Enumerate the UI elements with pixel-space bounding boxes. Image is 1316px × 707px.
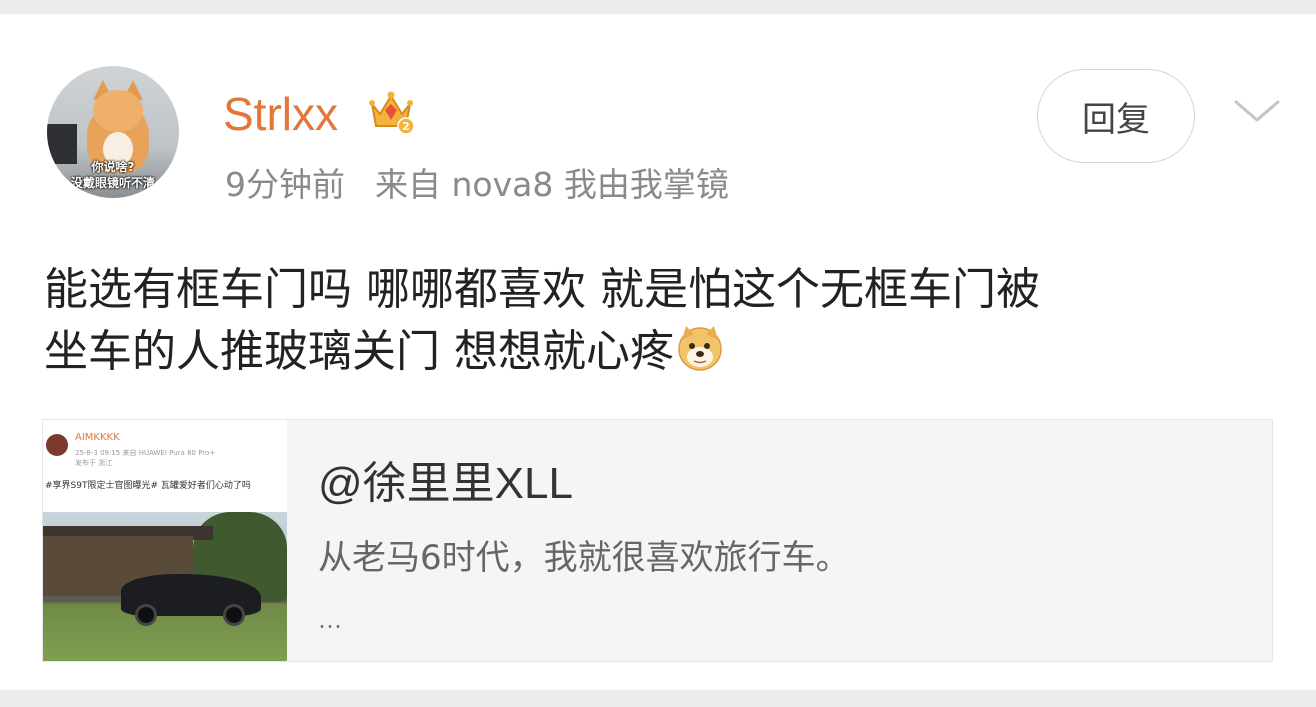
post-timestamp: 9分钟前	[225, 165, 345, 204]
post-source: 来自 nova8 我由我掌镜	[375, 165, 729, 204]
thumbnail-photo	[43, 512, 287, 661]
post-meta: 9分钟前 来自 nova8 我由我掌镜	[225, 164, 729, 206]
repost-text: 从老马6时代，我就很喜欢旅行车。	[318, 538, 850, 578]
post-content-line-2: 坐车的人推玻璃关门 想想就心疼	[44, 326, 674, 377]
thumbnail-meta: 25-8-3 09:15 来自 HUAWEI Pura 80 Pro+ 发布于 …	[75, 448, 215, 468]
photo-car-wheel	[135, 604, 157, 626]
photo-car-wheel	[223, 604, 245, 626]
thumbnail-meta-line: 25-8-3 09:15 来自 HUAWEI Pura 80 Pro+	[75, 449, 216, 457]
reply-button[interactable]: 回复	[1037, 69, 1195, 163]
post-content-line-1: 能选有框车门吗 哪哪都喜欢 就是怕这个无框车门被	[44, 264, 1040, 315]
repost-more-ellipsis: …	[318, 606, 344, 634]
vip-crown-badge-icon: 2	[369, 91, 415, 135]
thumbnail-text: #享界S9T限定士官图曝光# 瓦罐爱好者们心动了吗	[45, 481, 251, 491]
thumbnail-header: AIMKKKK 25-8-3 09:15 来自 HUAWEI Pura 80 P…	[43, 420, 287, 512]
avatar-caption-2: 没戴眼镜听不清	[70, 176, 155, 190]
username[interactable]: Strlxx	[223, 86, 338, 142]
repost-card[interactable]: AIMKKKK 25-8-3 09:15 来自 HUAWEI Pura 80 P…	[42, 419, 1273, 662]
post-card: 你说啥? 没戴眼镜听不清 Strlxx 2 9分钟前 来自 nova8 我由我掌镜…	[0, 14, 1316, 690]
post-content-line-2-wrap: 坐车的人推玻璃关门 想想就心疼	[44, 321, 1284, 383]
chevron-down-icon[interactable]	[1232, 96, 1282, 126]
post-content: 能选有框车门吗 哪哪都喜欢 就是怕这个无框车门被 坐车的人推玻璃关门 想想就心疼	[44, 259, 1284, 383]
repost-author[interactable]: @徐里里XLL	[318, 458, 573, 510]
avatar-caption-1: 你说啥?	[91, 160, 135, 174]
doge-emoji-icon	[678, 326, 722, 371]
avatar-cat-face	[93, 90, 143, 132]
thumbnail-location: 发布于 浙江	[75, 459, 113, 467]
thumbnail-avatar	[46, 434, 68, 456]
repost-thumbnail[interactable]: AIMKKKK 25-8-3 09:15 来自 HUAWEI Pura 80 P…	[43, 420, 287, 661]
thumbnail-author: AIMKKKK	[75, 432, 120, 443]
badge-level: 2	[402, 120, 410, 133]
avatar[interactable]: 你说啥? 没戴眼镜听不清	[47, 66, 179, 198]
